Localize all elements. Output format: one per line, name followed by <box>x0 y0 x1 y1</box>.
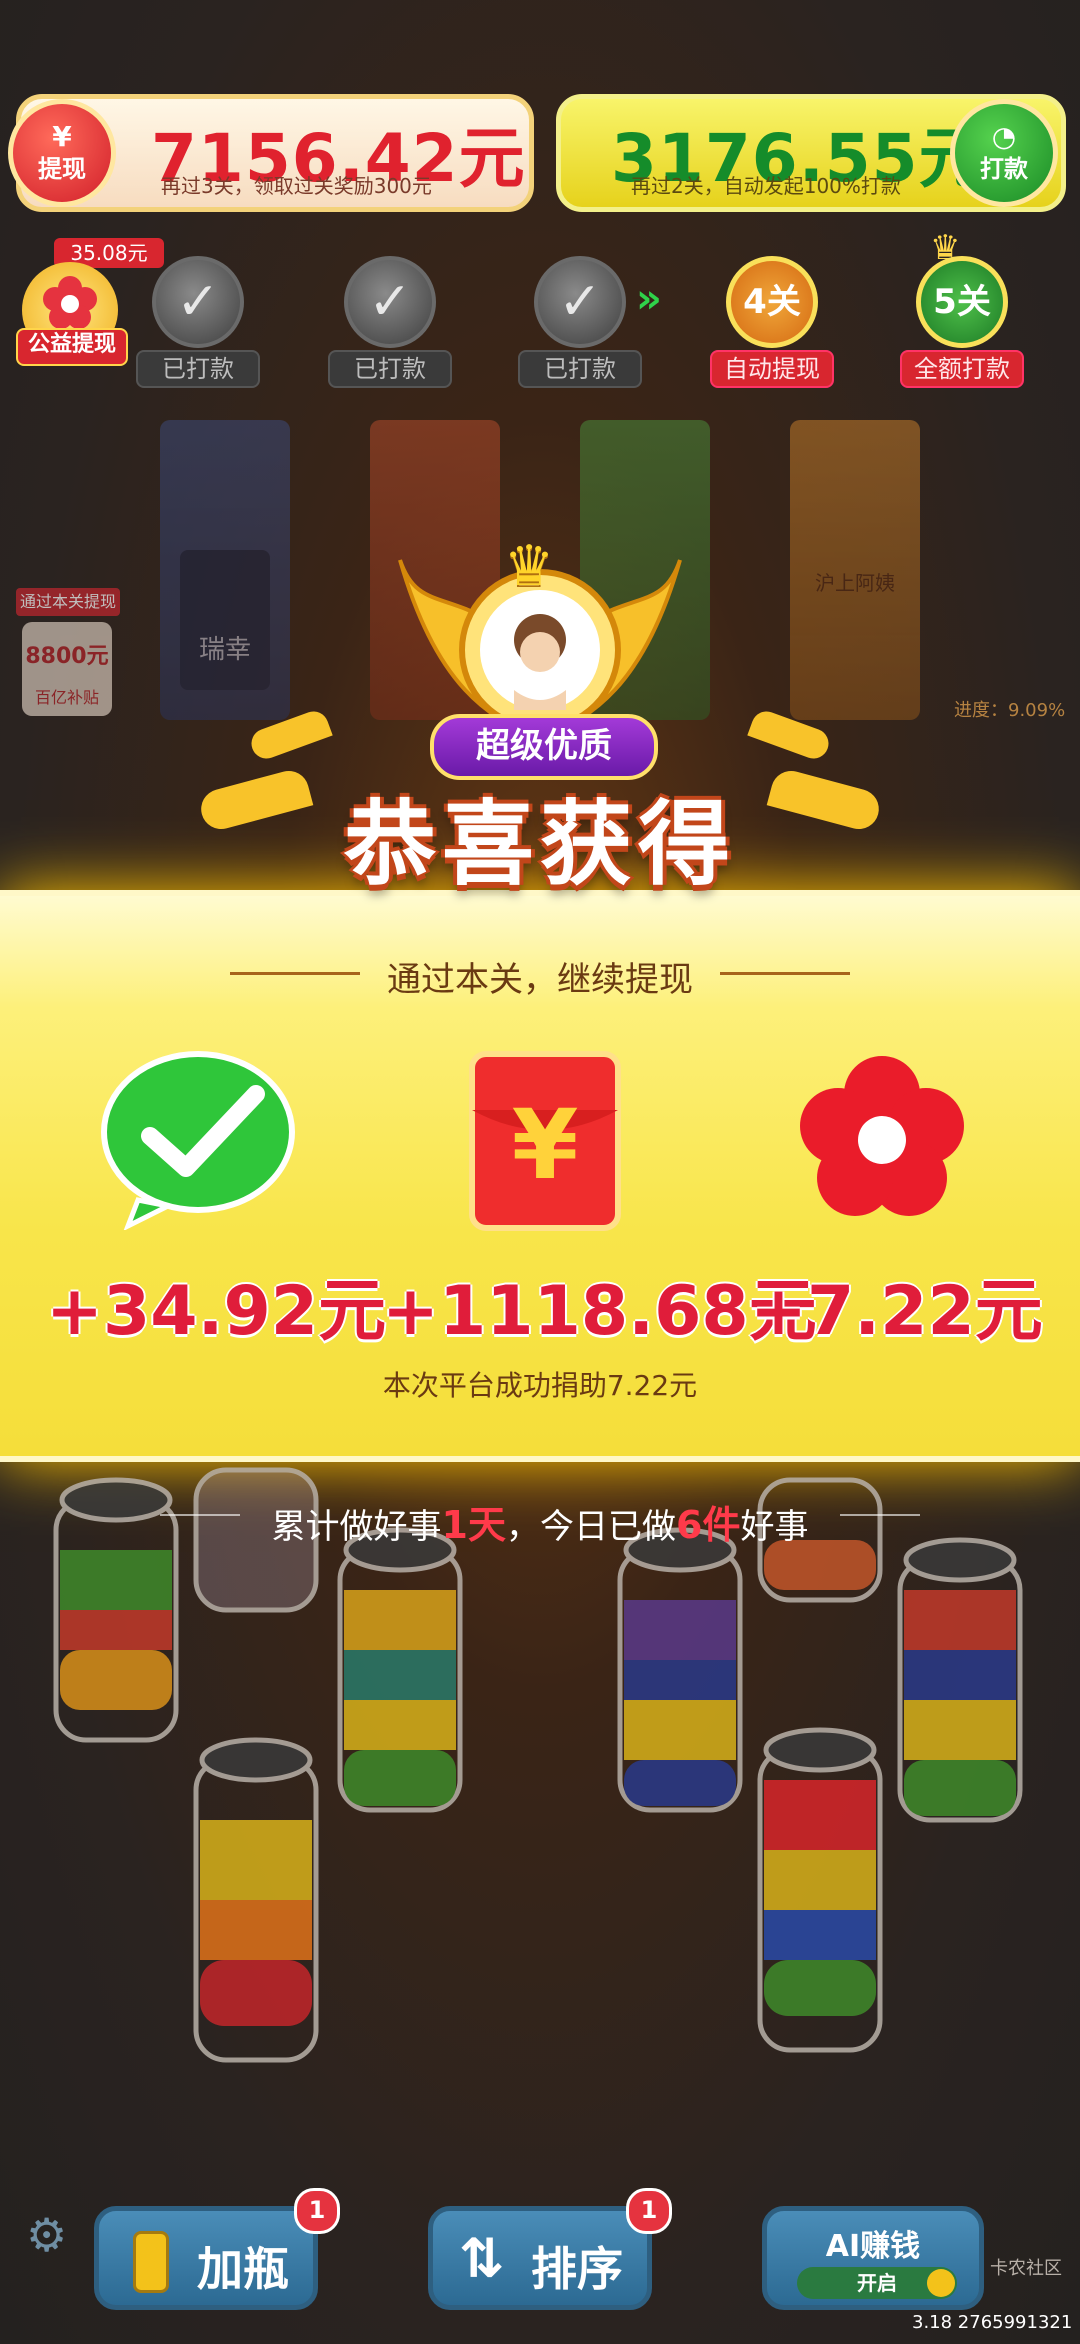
add-bottle-label: 加瓶 <box>197 2242 289 2296</box>
red-flower-icon <box>800 1056 964 1216</box>
double-chevron-right-icon: » <box>636 276 662 322</box>
donation-text: 本次平台成功捐助7.22元 <box>382 1369 698 1402</box>
bottle-puzzle-board <box>53 1467 1023 2063</box>
bottle <box>193 1737 319 2063</box>
bag-1-label: 瑞幸 <box>180 550 270 690</box>
add-bottle-button[interactable]: 加瓶 <box>94 2206 318 2310</box>
sort-button[interactable]: ⇅ 排序 <box>428 2206 652 2310</box>
progress-step-1: ✓ <box>152 256 244 348</box>
bottle-icon <box>133 2231 169 2293</box>
progress-step-5-label: 全额打款 <box>900 350 1024 388</box>
popup-title: 恭喜获得 <box>343 791 736 898</box>
bottle <box>617 1527 743 1813</box>
side-offer-card[interactable]: 8800元 百亿补贴 <box>22 622 112 716</box>
bottle <box>757 1727 883 2053</box>
reward-wechat-value: +34.92元 <box>46 1272 387 1351</box>
side-offer-amount: 8800元 <box>25 644 109 669</box>
red-envelope-icon: ¥ <box>469 1051 621 1231</box>
progress-step-3-label: 已打款 <box>518 350 642 388</box>
good-deeds-text: 累计做好事1天，今日已做6件好事 <box>271 1503 809 1547</box>
game-screen: { "top_bar": { "withdraw": {"icon": "yen… <box>0 0 1080 2344</box>
watermark: 卡农社区 <box>990 2258 1062 2279</box>
brand-bag-1: 瑞幸 <box>160 420 290 720</box>
progress-level-5: 5关 <box>916 256 1008 348</box>
sort-arrows-icon: ⇅ <box>459 2227 505 2290</box>
payout-button[interactable]: ◔ 打款 <box>950 99 1058 207</box>
bottle <box>897 1537 1023 1823</box>
withdraw-button[interactable]: ¥ 提现 <box>8 99 116 207</box>
payout-button-label: 打款 <box>980 155 1028 183</box>
toggle-knob <box>927 2269 955 2297</box>
side-progress-text: 进度：9.09% <box>954 700 1066 721</box>
wechat-icon <box>101 1051 295 1230</box>
crown-icon: ♛ <box>504 534 555 599</box>
withdraw-button-label: 提现 <box>38 155 86 183</box>
gear-icon[interactable]: ⚙ <box>26 2208 67 2262</box>
ai-earn-label: AI赚钱 <box>825 2229 921 2264</box>
progress-step-2: ✓ <box>344 256 436 348</box>
side-offer-title: 通过本关提现 <box>16 588 120 616</box>
progress-step-3: ✓ <box>534 256 626 348</box>
popup-subtitle: 通过本关，继续提现 <box>387 960 693 1000</box>
svg-text:¥: ¥ <box>512 1089 579 1201</box>
add-bottle-badge: 1 <box>294 2188 340 2234</box>
ai-toggle-label: 开启 <box>857 2271 897 2295</box>
progress-step-4-label: 自动提现 <box>710 350 834 388</box>
reward-flower-value: +7.22元 <box>750 1272 1043 1351</box>
progress-step-1-label: 已打款 <box>136 350 260 388</box>
sort-label: 排序 <box>531 2242 623 2296</box>
progress-level-4: 4关 <box>726 256 818 348</box>
bottle <box>337 1527 463 1813</box>
side-offer-caption: 百亿补贴 <box>34 688 99 707</box>
charity-withdraw-label: 公益提现 <box>16 328 128 366</box>
bag-4-label: 沪上阿姨 <box>815 571 895 595</box>
progress-step-2-label: 已打款 <box>328 350 452 388</box>
ai-earn-toggle[interactable]: 开启 <box>797 2267 957 2299</box>
ai-earn-button[interactable]: AI赚钱 开启 <box>762 2206 984 2310</box>
version-text: 3.18 2765991321 <box>912 2312 1073 2333</box>
withdraw-subtitle: 再过3关，领取过关奖励300元 <box>161 174 432 198</box>
payout-subtitle: 再过2关，自动发起100%打款 <box>631 174 901 198</box>
brand-bag-4: 沪上阿姨 <box>790 420 920 720</box>
sort-badge: 1 <box>626 2188 672 2234</box>
